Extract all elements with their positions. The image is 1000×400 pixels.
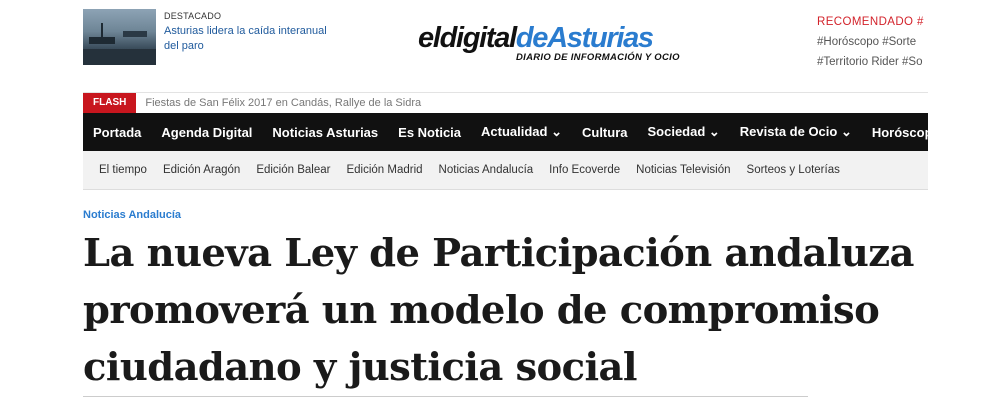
nav-item-cultura[interactable]: Cultura (572, 125, 638, 140)
article-divider (83, 396, 808, 397)
featured-block[interactable]: DESTACADO Asturias lidera la caída inter… (83, 9, 343, 67)
featured-headline-link[interactable]: Asturias lidera la caída interanual del … (164, 24, 344, 54)
subnav-item-info-ecoverde[interactable]: Info Ecoverde (541, 164, 628, 176)
subnav-item-edicion-balear[interactable]: Edición Balear (248, 164, 338, 176)
nav-item-portada[interactable]: Portada (83, 125, 151, 140)
nav-item-sociedad[interactable]: Sociedad ⌄ (637, 124, 729, 140)
subnav-item-sorteos-loterias[interactable]: Sorteos y Loterías (739, 164, 848, 176)
nav-item-agenda-digital[interactable]: Agenda Digital (151, 125, 262, 140)
nav-item-actualidad[interactable]: Actualidad ⌄ (471, 124, 572, 140)
logo-part-1: eldigital (418, 22, 517, 54)
nav-item-horoscopo[interactable]: Horóscop (862, 125, 928, 140)
article-headline: La nueva Ley de Participación andaluza p… (83, 225, 928, 396)
featured-thumbnail[interactable] (83, 9, 156, 65)
featured-label: DESTACADO (164, 11, 222, 21)
nav-item-revista-de-ocio[interactable]: Revista de Ocio ⌄ (730, 124, 862, 140)
flash-bar: FLASH Fiestas de San Félix 2017 en Candá… (83, 92, 928, 113)
page: DESTACADO Asturias lidera la caída inter… (0, 0, 928, 400)
logo-part-2: deAsturias (515, 22, 654, 54)
site-logo[interactable]: eldigitaldeAsturias DIARIO DE INFORMACIÓ… (418, 22, 748, 63)
main-navigation: Portada Agenda Digital Noticias Asturias… (83, 113, 928, 151)
flash-badge: FLASH (83, 93, 137, 113)
subnav-item-edicion-aragon[interactable]: Edición Aragón (155, 164, 248, 176)
recommended-title: RECOMENDADO # (817, 16, 924, 28)
recommended-tags-row-1[interactable]: #Horóscopo #Sorte (817, 36, 928, 48)
subnav-item-noticias-andalucia[interactable]: Noticias Andalucía (431, 164, 542, 176)
secondary-navigation: El tiempo Edición Aragón Edición Balear … (83, 151, 928, 190)
recommended-tags-row-2[interactable]: #Territorio Rider #So (817, 56, 928, 68)
recommended-block: RECOMENDADO # #Horóscopo #Sorte #Territo… (817, 16, 928, 68)
subnav-item-edicion-madrid[interactable]: Edición Madrid (338, 164, 430, 176)
flash-news-link[interactable]: Fiestas de San Félix 2017 en Candás, Ral… (145, 97, 421, 109)
headline-line-2: promoverá un modelo de compromiso (83, 288, 880, 333)
nav-item-es-noticia[interactable]: Es Noticia (388, 125, 471, 140)
nav-item-noticias-asturias[interactable]: Noticias Asturias (262, 125, 388, 140)
logo-tagline: DIARIO DE INFORMACIÓN Y OCIO (516, 52, 680, 63)
headline-line-3: ciudadano y justicia social (83, 345, 637, 390)
headline-line-1: La nueva Ley de Participación andaluza (83, 231, 914, 276)
subnav-item-noticias-television[interactable]: Noticias Televisión (628, 164, 738, 176)
featured-text: DESTACADO Asturias lidera la caída inter… (164, 9, 344, 67)
subnav-item-el-tiempo[interactable]: El tiempo (83, 164, 155, 176)
article-category-link[interactable]: Noticias Andalucía (83, 209, 181, 221)
